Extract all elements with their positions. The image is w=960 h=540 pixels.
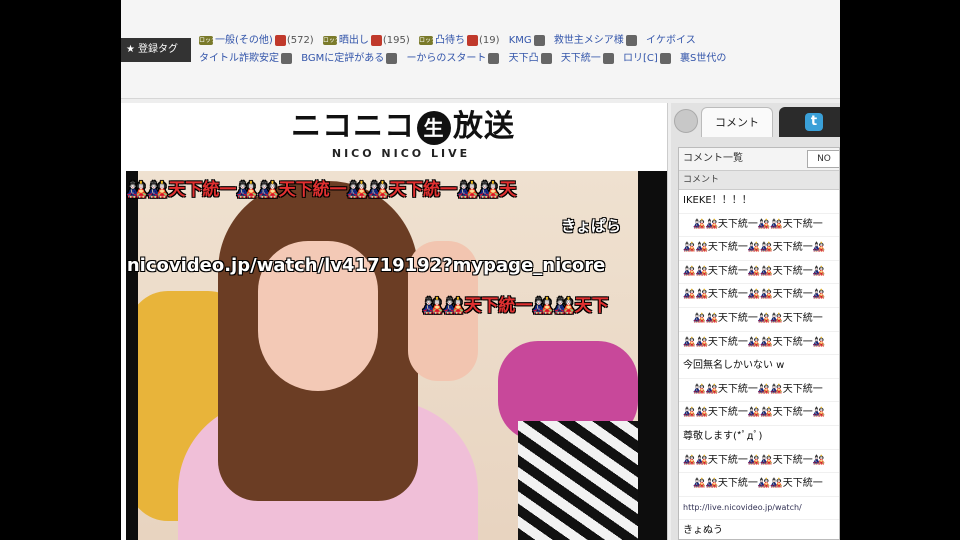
tag-link[interactable]: タイトル詐欺安定 (199, 53, 279, 64)
twitter-icon: t (805, 113, 823, 131)
tag-item[interactable]: イケボイス (646, 32, 696, 50)
panel-tabs: コメント t (671, 103, 840, 139)
tag-link[interactable]: 裏S世代の (680, 53, 726, 64)
tag-link[interactable]: ロリ[C] (623, 53, 658, 64)
letterbox-left (126, 171, 138, 540)
comment-row[interactable]: きょぬう (679, 520, 839, 539)
panel-toggle-button[interactable] (674, 109, 698, 133)
tab-twitter[interactable]: t (779, 107, 840, 137)
comment-row[interactable]: 🎎🎎天下統一🎎🎎天下統一 (679, 379, 839, 403)
lock-icon: ロック (418, 35, 437, 45)
comment-row[interactable]: 🎎🎎天下統一🎎🎎天下統一🎎 (679, 402, 839, 426)
registered-tags-label: 登録タグ (137, 44, 178, 55)
tag-link[interactable]: 晒出し (339, 35, 369, 46)
tag-item[interactable]: タイトル詐欺安定 (199, 50, 292, 68)
overlay-comment: 🎎🎎天下統一🎎🎎天下統一🎎🎎天下統一🎎🎎天 (126, 180, 517, 200)
tag-item[interactable]: 救世主メシア様 (554, 32, 637, 50)
edit-tag-icon[interactable] (281, 52, 292, 64)
tab-comment[interactable]: コメント (701, 107, 773, 137)
star-icon: ★ (126, 44, 135, 55)
comment-row[interactable]: 🎎🎎天下統一🎎🎎天下統一 (679, 214, 839, 238)
logo-text-left: ニコニコ (291, 109, 415, 144)
tag-row-1: ロック一般(その他) (572) ロック晒出し (195) ロック凸待ち (19) K… (199, 32, 840, 50)
edit-tag-icon[interactable] (488, 52, 500, 64)
comment-row[interactable]: 今回無名しかいない w (679, 355, 839, 379)
live-player: ニコニコ生放送 NICO NICO LIVE 🎎🎎天下統一🎎🎎天下統一🎎🎎天下統… (121, 103, 668, 540)
tag-item[interactable]: ロック凸待ち (19) (418, 32, 500, 50)
tag-link[interactable]: イケボイス (646, 35, 696, 46)
lock-icon: ロック (199, 35, 218, 45)
comment-list: IKEKE！！！！ 🎎🎎天下統一🎎🎎天下統一 🎎🎎天下統一🎎🎎天下統一🎎 🎎🎎天… (679, 190, 839, 539)
registered-tags-header: ★ 登録タグ (121, 38, 191, 62)
letterbox-right (638, 171, 667, 540)
comment-row[interactable]: 🎎🎎天下統一🎎🎎天下統一🎎 (679, 450, 839, 474)
tag-link[interactable]: 天下凸 (509, 53, 539, 64)
logo-text-right: 放送 (453, 109, 515, 144)
comment-row[interactable]: 尊敬します(*ﾟдﾟ) (679, 426, 839, 450)
tag-link[interactable]: 一般(その他) (215, 35, 273, 46)
comment-row[interactable]: http://live.nicovideo.jp/watch/ (679, 497, 839, 521)
tag-item[interactable]: BGMに定評がある (301, 50, 398, 68)
tag-item[interactable]: 天下凸 (509, 50, 552, 68)
tag-item[interactable]: ーからのスタート (406, 50, 500, 68)
tag-item[interactable]: 裏S世代の (680, 50, 726, 68)
tag-link[interactable]: ーからのスタート (406, 53, 486, 64)
comment-row[interactable]: IKEKE！！！！ (679, 190, 839, 214)
overlay-comment: きょぱら (561, 217, 622, 235)
comment-row[interactable]: 🎎🎎天下統一🎎🎎天下統一 (679, 308, 839, 332)
edit-tag-icon[interactable] (533, 34, 545, 46)
comment-panel: コメント t コメント一覧 NO コメント IKEKE！！！！ 🎎🎎天下統一🎎🎎… (671, 103, 840, 540)
comment-list-box: コメント一覧 NO コメント IKEKE！！！！ 🎎🎎天下統一🎎🎎天下統一 🎎🎎… (678, 147, 840, 540)
logo-wordmark: ニコニコ生放送 (291, 107, 514, 147)
tag-link[interactable]: KMG (509, 35, 532, 46)
comment-list-header: コメント一覧 NO (679, 148, 839, 170)
edit-tag-icon[interactable] (625, 34, 637, 46)
video-stream[interactable]: 🎎🎎天下統一🎎🎎天下統一🎎🎎天下統一🎎🎎天 きょぱら .nicovideo.jp… (126, 171, 667, 540)
tag-item[interactable]: ロック一般(その他) (572) (199, 32, 314, 50)
edit-tag-icon[interactable] (602, 52, 614, 64)
lock-icon: ロック (322, 35, 341, 45)
tag-item[interactable]: ロック晒出し (195) (322, 32, 410, 50)
comment-filter-select[interactable]: NO (807, 150, 839, 168)
comment-row[interactable]: 🎎🎎天下統一🎎🎎天下統一🎎 (679, 332, 839, 356)
comment-list-title: コメント一覧 (683, 153, 743, 164)
overlay-comment: 🎎🎎天下統一🎎🎎天下 (422, 296, 609, 316)
comment-row[interactable]: 🎎🎎天下統一🎎🎎天下統一🎎 (679, 284, 839, 308)
tag-row-2: タイトル詐欺安定 BGMに定評がある ーからのスタート 天下凸 天下統一 ロリ[… (199, 50, 840, 68)
edit-tag-icon[interactable] (540, 52, 552, 64)
edit-tag-icon[interactable] (386, 52, 398, 64)
comment-row[interactable]: 🎎🎎天下統一🎎🎎天下統一 (679, 473, 839, 497)
edit-tag-icon[interactable] (466, 34, 478, 46)
overlay-comment: .nicovideo.jp/watch/lv41719192?mypage_ni… (126, 255, 606, 276)
video-frame: ★ 登録タグ ロック一般(その他) (572) ロック晒出し (195) ロック凸待ち… (0, 0, 960, 540)
zebra-blanket (518, 421, 638, 540)
tag-bar: ★ 登録タグ ロック一般(その他) (572) ロック晒出し (195) ロック凸待ち… (121, 0, 840, 99)
tag-item[interactable]: ロリ[C] (623, 50, 671, 68)
edit-tag-icon[interactable] (370, 34, 382, 46)
nama-icon: 生 (417, 110, 451, 145)
tag-list: ロック一般(その他) (572) ロック晒出し (195) ロック凸待ち (19) K… (199, 32, 840, 68)
edit-tag-icon[interactable] (274, 34, 286, 46)
niconico-live-logo: ニコニコ生放送 NICO NICO LIVE (291, 107, 514, 171)
tag-count: (19) (478, 35, 500, 46)
column-header-comment[interactable]: コメント (679, 170, 839, 190)
tag-link[interactable]: 凸待ち (435, 35, 465, 46)
comment-row[interactable]: 🎎🎎天下統一🎎🎎天下統一🎎 (679, 237, 839, 261)
logo-subtitle: NICO NICO LIVE (331, 147, 471, 160)
tag-link[interactable]: BGMに定評がある (301, 53, 384, 64)
tag-item[interactable]: KMG (509, 32, 545, 50)
browser-screen: ★ 登録タグ ロック一般(その他) (572) ロック晒出し (195) ロック凸待ち… (121, 0, 840, 540)
tag-count: (195) (382, 35, 410, 46)
tag-count: (572) (286, 35, 314, 46)
tag-item[interactable]: 天下統一 (561, 50, 614, 68)
edit-tag-icon[interactable] (659, 52, 671, 64)
comment-row[interactable]: 🎎🎎天下統一🎎🎎天下統一🎎 (679, 261, 839, 285)
tag-link[interactable]: 天下統一 (561, 53, 601, 64)
tag-link[interactable]: 救世主メシア様 (554, 35, 624, 46)
